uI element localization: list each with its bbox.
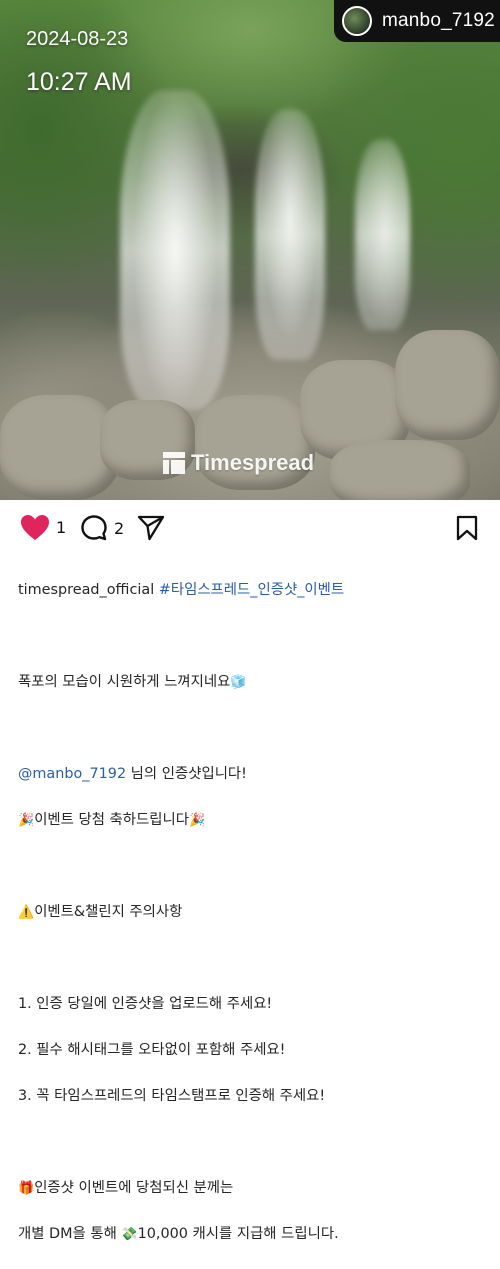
comment-count: 2 [114,518,125,538]
caption-header: timespread_official #타임스프레드_인증샷_이벤트 [18,579,500,602]
photo-date: 2024-08-23 [26,28,129,50]
photo-user-tag[interactable]: manbo_7192 [334,0,500,42]
warning-emoji: ⚠️ [18,905,35,920]
user-handle: manbo_7192 [382,10,495,31]
comment-button[interactable]: 2 [80,514,124,542]
caption-line: 1. 인증 당일에 인증샷을 업로드해 주세요! [18,993,500,1016]
bookmark-icon [456,515,478,541]
share-button[interactable] [137,515,165,541]
post-caption: timespread_official #타임스프레드_인증샷_이벤트 폭포의 … [0,556,500,1269]
bookmark-button[interactable] [456,515,478,541]
caption-text: 이벤트&챌린지 주의사항 [34,904,183,920]
party-popper-emoji: 🎉 [188,813,206,828]
caption-line: 3. 꼭 타임스프레드의 타임스탬프로 인증해 주세요! [18,1085,500,1108]
party-popper-emoji: 🎉 [18,813,35,828]
waterfall-stream [120,90,230,410]
caption-line: 🎉이벤트 당첨 축하드립니다🎉 [18,809,500,832]
post-action-bar: 1 2 [0,500,500,556]
money-emoji: 💸 [121,1227,138,1242]
send-icon [137,515,165,541]
caption-text: 10,000 캐시를 지급해 드립니다. [137,1226,339,1242]
heart-filled-icon [21,515,49,540]
rule-item: 1. 인증 당일에 인증샷을 업로드해 주세요! [18,996,273,1012]
caption-line: 🎁인증샷 이벤트에 당첨되신 분께는 [18,1177,500,1200]
caption-text: 이벤트 당첨 축하드립니다 [34,812,189,828]
watermark-text: Timespread [191,450,315,475]
photo-time: 10:27 AM [26,68,132,96]
rock [330,440,470,500]
post-photo[interactable]: 2024-08-23 10:27 AM manbo_7192 Timesprea… [0,0,500,500]
caption-line: @manbo_7192 님의 인증샷입니다! [18,763,500,786]
caption-text: 님의 인증샷입니다! [126,766,247,782]
rock [395,330,500,440]
like-button[interactable]: 1 [20,514,66,541]
waterfall-stream [355,140,410,330]
user-mention-link[interactable]: @manbo_7192 [18,766,126,782]
timespread-logo-icon [163,452,185,474]
gift-emoji: 🎁 [18,1181,35,1196]
caption-text: 폭포의 모습이 시원하게 느껴지네요 [18,674,231,690]
waterfall-stream [255,110,325,360]
like-count: 1 [56,518,67,537]
caption-text: 개별 DM을 통해 [18,1226,122,1242]
author-username[interactable]: timespread_official [18,582,154,598]
rule-item: 3. 꼭 타임스프레드의 타임스탬프로 인증해 주세요! [18,1088,326,1104]
rule-item: 2. 필수 해시태그를 오타없이 포함해 주세요! [18,1042,286,1058]
timespread-watermark: Timespread [163,450,314,476]
caption-text: 인증샷 이벤트에 당첨되신 분께는 [34,1180,234,1196]
hashtag-link[interactable]: #타임스프레드_인증샷_이벤트 [159,582,344,598]
caption-line: 2. 필수 해시태그를 오타없이 포함해 주세요! [18,1039,500,1062]
comment-bubble-icon [81,515,107,541]
caption-line: 개별 DM을 통해 💸10,000 캐시를 지급해 드립니다. [18,1223,500,1246]
ice-cube-emoji: 🧊 [230,675,247,690]
caption-line: ⚠️이벤트&챌린지 주의사항 [18,901,500,924]
user-avatar [342,6,372,36]
caption-line: 폭포의 모습이 시원하게 느껴지네요🧊 [18,671,500,694]
